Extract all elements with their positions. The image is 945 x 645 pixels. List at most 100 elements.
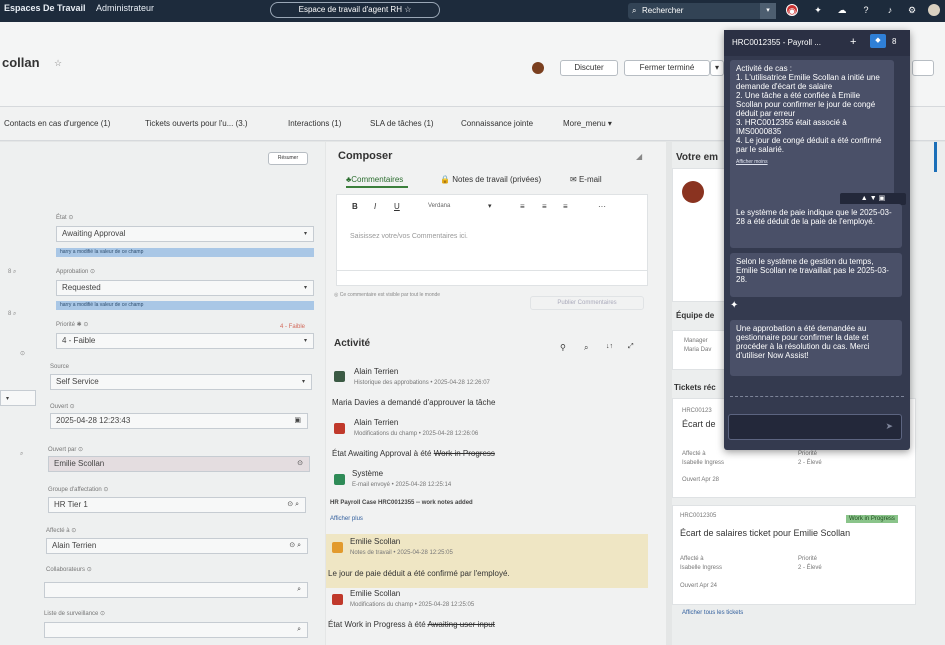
assigned-to-field[interactable]: Alain Terrien ⊙ ⌕ bbox=[46, 538, 308, 554]
assignment-group-field[interactable]: HR Tier 1 ⊙ ⌕ bbox=[48, 497, 306, 513]
search-icon[interactable]: ⌕ bbox=[297, 623, 301, 637]
search-icon[interactable]: ⌕ bbox=[20, 451, 23, 458]
ticket-title[interactable]: Écart de salaires ticket pour Emilie Sco… bbox=[680, 528, 850, 538]
thumbs-up-icon[interactable]: ▲ bbox=[861, 195, 868, 202]
status-badge: Work in Progress bbox=[846, 515, 898, 523]
copy-icon[interactable]: ▣ bbox=[879, 195, 886, 202]
search-icon[interactable]: ⌕ bbox=[584, 343, 588, 353]
your-employee-title: Votre em bbox=[676, 152, 719, 163]
sparkle-icon: ✦ bbox=[730, 300, 739, 311]
filter-icon[interactable]: ⚲ bbox=[560, 343, 566, 352]
priority-select[interactable]: 4 - Faible ▾ bbox=[56, 333, 314, 349]
field-change-icon bbox=[334, 423, 345, 434]
approval-select[interactable]: Requested ▾ bbox=[56, 280, 314, 296]
user-avatar[interactable] bbox=[928, 4, 940, 16]
priority-tag: 4 - Faible bbox=[280, 324, 306, 330]
opened-by-label: Ouvert par ⊙ bbox=[48, 447, 84, 453]
search-icon: ⌕ bbox=[632, 6, 637, 15]
source-select[interactable]: Self Service ▾ bbox=[50, 374, 312, 390]
workspaces-menu[interactable]: Espaces De Travail bbox=[4, 3, 86, 13]
state-select[interactable]: Awaiting Approval ▾ bbox=[56, 226, 314, 242]
close-options-dropdown[interactable]: ▾ bbox=[710, 60, 724, 76]
activity-text: État Work in Progress à été Awaiting use… bbox=[328, 620, 495, 629]
expand-icon[interactable]: ⤢ bbox=[628, 343, 634, 351]
indent-icon[interactable]: ≡ bbox=[563, 202, 568, 211]
tab-emergency-contacts[interactable]: Contacts en cas d'urgence (1) bbox=[4, 119, 110, 128]
new-chat-plus-icon[interactable]: + bbox=[850, 36, 856, 48]
approval-change-hint: harry a modifié la valeur de ce champ bbox=[56, 301, 314, 310]
more-actions-button[interactable] bbox=[912, 60, 934, 76]
collaborators-field[interactable]: ⌕ bbox=[44, 582, 308, 598]
assist-message-input[interactable]: ➤ bbox=[728, 414, 902, 440]
opened-by-field[interactable]: Emilie Scollan ⊙ bbox=[48, 456, 310, 472]
show-more-link[interactable]: Afficher plus bbox=[330, 516, 363, 522]
workspace-selector[interactable]: Espace de travail d'agent RH ☆ bbox=[270, 2, 440, 18]
manager-value[interactable]: Maria Dav bbox=[684, 347, 711, 353]
lock-icon: 8 ⌕ bbox=[8, 311, 17, 317]
shield-icon[interactable]: ◆ bbox=[870, 34, 886, 48]
collapse-icon[interactable]: ◢ bbox=[636, 152, 642, 161]
tab-interactions[interactable]: Interactions (1) bbox=[288, 119, 341, 128]
ticket-opened: Ouvert Apr 24 bbox=[680, 583, 718, 589]
close-complete-button[interactable]: Fermer terminé bbox=[624, 60, 710, 76]
publish-comment-button[interactable]: Publier Commentaires bbox=[530, 296, 644, 310]
settings-gear-icon[interactable]: ⚙ bbox=[906, 4, 918, 16]
summarize-button[interactable]: Résumer bbox=[268, 152, 308, 165]
help-icon[interactable]: ? bbox=[860, 4, 872, 16]
ticket-assigned-value: Isabelle Ingress bbox=[680, 565, 723, 571]
activity-author: Emilie Scollan bbox=[350, 589, 401, 598]
star-icon[interactable]: ☆ bbox=[54, 58, 62, 69]
ticket-title[interactable]: Écart de bbox=[682, 419, 716, 429]
notification-bell-icon[interactable]: ♪ bbox=[884, 4, 896, 16]
now-assist-panel: HRC0012355 - Payroll ... + ◆ 8 Activité … bbox=[724, 30, 910, 450]
left-dropdown[interactable]: ▾ bbox=[0, 390, 36, 406]
admin-menu[interactable]: Administrateur bbox=[96, 3, 154, 13]
tab-more-menu[interactable]: More_menu ▾ bbox=[563, 119, 612, 128]
email-subject: HR Payroll Case HRC0012355 -- work notes… bbox=[330, 500, 473, 506]
search-icon[interactable]: ⊙ ⌕ bbox=[289, 539, 301, 553]
activity-text: État Awaiting Approval à été Work in Pro… bbox=[332, 449, 495, 458]
align-center-icon[interactable]: ≡ bbox=[542, 202, 547, 211]
tab-task-sla[interactable]: SLA de tâches (1) bbox=[370, 119, 434, 128]
tab-open-tickets[interactable]: Tickets ouverts pour l'u... (3.) bbox=[145, 119, 248, 128]
ticket-priority-label: Priorité bbox=[798, 451, 818, 457]
chat-icon[interactable]: ☁ bbox=[836, 4, 848, 16]
tab-work-notes[interactable]: 🔒 Notes de travail (privées) bbox=[440, 175, 541, 184]
underline-button[interactable]: U bbox=[394, 202, 400, 211]
discuss-button[interactable]: Discuter bbox=[560, 60, 618, 76]
comment-placeholder[interactable]: Saisissez votre/vos Commentaires ici. bbox=[350, 233, 468, 240]
global-search-input[interactable]: ⌕ Rechercher ▾ bbox=[628, 3, 776, 19]
search-icon[interactable]: ⊙ ⌕ bbox=[287, 498, 299, 512]
info-icon[interactable]: ⊙ bbox=[297, 457, 303, 471]
thumbs-down-icon[interactable]: ▼ bbox=[870, 195, 877, 202]
ticket-number[interactable]: HRC0012305 bbox=[680, 513, 716, 519]
send-icon[interactable]: ➤ bbox=[885, 421, 893, 432]
tab-attached-knowledge[interactable]: Connaissance jointe bbox=[461, 119, 533, 128]
font-dropdown-chevron-icon[interactable]: ▾ bbox=[488, 202, 492, 210]
source-label: Source bbox=[50, 364, 70, 370]
activity-text: Maria Davies a demandé d'approuver la tâ… bbox=[332, 398, 496, 407]
pin-icon[interactable]: ✦ bbox=[812, 4, 824, 16]
scroll-indicator[interactable] bbox=[934, 142, 937, 172]
view-all-tickets-link[interactable]: Afficher tous les tickets bbox=[682, 610, 743, 616]
opened-datetime-field[interactable]: 2025-04-28 12:23:43 ▣ bbox=[50, 413, 308, 429]
ticket-priority-label: Priorité bbox=[798, 556, 818, 562]
tab-email[interactable]: ✉ E-mail bbox=[570, 175, 602, 184]
ticket-number[interactable]: HRC00123 bbox=[682, 408, 712, 414]
align-left-icon[interactable]: ≡ bbox=[520, 202, 525, 211]
bold-button[interactable]: B bbox=[352, 202, 358, 211]
show-less-link[interactable]: Afficher moins bbox=[736, 158, 888, 167]
more-tools-icon[interactable]: ··· bbox=[598, 202, 606, 211]
calendar-icon[interactable]: ▣ bbox=[294, 414, 301, 428]
watchlist-field[interactable]: ⌕ bbox=[44, 622, 308, 638]
sort-icon[interactable]: ↓↑ bbox=[606, 343, 613, 350]
activity-meta: Modifications du champ • 2025-04-28 12:2… bbox=[350, 602, 475, 608]
now-assist-icon[interactable]: ◉ bbox=[786, 4, 798, 16]
tab-comments[interactable]: ♣Commentaires bbox=[346, 175, 403, 184]
activity-author: Système bbox=[352, 469, 384, 478]
italic-button[interactable]: I bbox=[374, 202, 376, 211]
font-select[interactable]: Verdana bbox=[428, 203, 450, 209]
search-scope-dropdown[interactable]: ▾ bbox=[760, 3, 776, 19]
search-icon[interactable]: ⌕ bbox=[297, 583, 301, 597]
collaborators-label: Collaborateurs ⊙ bbox=[46, 567, 92, 573]
